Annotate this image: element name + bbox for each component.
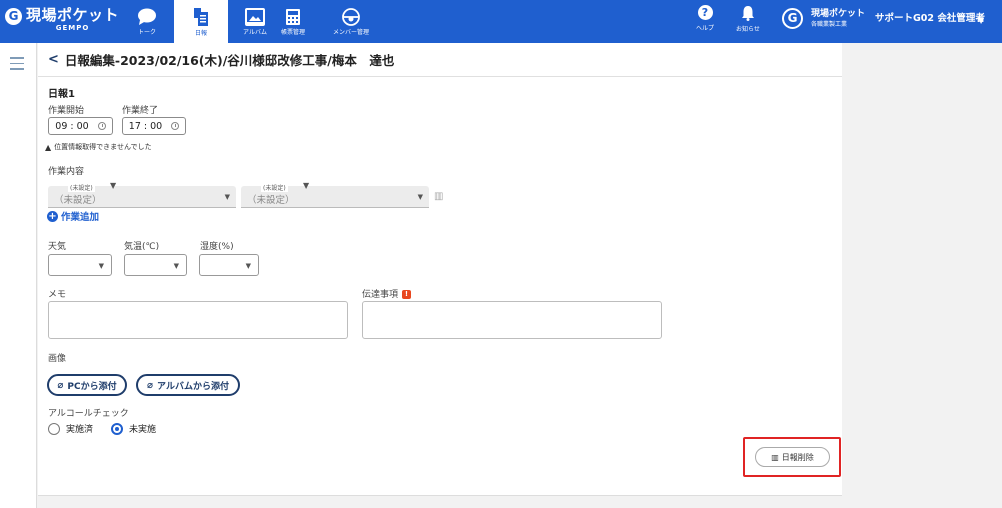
radio-notdone-label: 未実施 bbox=[129, 425, 157, 435]
memo-textarea[interactable] bbox=[48, 301, 348, 339]
chevron-down-icon: ▼ bbox=[245, 262, 251, 270]
humidity-select[interactable]: ▼ bbox=[199, 254, 259, 276]
help-label: ヘルプ bbox=[696, 25, 715, 32]
temperature-select[interactable]: ▼ bbox=[124, 254, 187, 276]
start-time-value: 09 : 00 bbox=[55, 120, 89, 132]
main-panel: < 日報編集-2023/02/16(木)/谷川様邸改修工事/梅本 達也 日報1 … bbox=[38, 43, 842, 496]
trash-icon: ▥ bbox=[771, 452, 779, 462]
radio-done[interactable] bbox=[48, 422, 60, 435]
user-name[interactable]: サポートG02 会社管理者 bbox=[875, 10, 985, 24]
page-title: 日報編集-2023/02/16(木)/谷川様邸改修工事/梅本 達也 bbox=[64, 53, 395, 68]
chevron-down-icon: ▼ bbox=[98, 262, 104, 270]
logo-text: 現場ポケット bbox=[26, 6, 120, 24]
company-name: 現場ポケット bbox=[811, 8, 866, 19]
nav-members[interactable]: メンバー管理 bbox=[324, 0, 378, 43]
work-select-1-small: (未設定) bbox=[68, 183, 95, 192]
work-select-2-small: (未設定) bbox=[261, 183, 288, 192]
help-icon: ? bbox=[697, 5, 713, 20]
humidity-label: 湿度(%) bbox=[200, 242, 234, 252]
work-content-label: 作業内容 bbox=[48, 167, 85, 177]
members-icon bbox=[342, 7, 360, 26]
menu-icon[interactable] bbox=[10, 57, 24, 74]
work-select-2[interactable]: (未設定) ▼ （未設定） ▼ bbox=[241, 181, 429, 208]
clock-icon bbox=[171, 122, 180, 130]
user-menu-caret-icon[interactable]: ▼ bbox=[978, 16, 984, 25]
chevron-down-icon: ▼ bbox=[224, 193, 230, 201]
report-section-title: 日報1 bbox=[48, 89, 75, 100]
alcohol-check-label: アルコールチェック bbox=[48, 409, 129, 419]
add-work-link[interactable]: + 作業追加 bbox=[47, 209, 99, 223]
radio-notdone[interactable] bbox=[111, 422, 123, 435]
weather-select[interactable]: ▼ bbox=[48, 254, 112, 276]
nav-report[interactable]: 日報 bbox=[174, 0, 228, 43]
chevron-down-icon: ▼ bbox=[173, 262, 179, 270]
radio-done-label: 実施済 bbox=[66, 425, 94, 435]
chevron-down-icon: ▼ bbox=[303, 181, 310, 190]
plus-circle-icon: + bbox=[47, 210, 58, 222]
notice-label: お知らせ bbox=[736, 26, 760, 33]
back-chevron-icon[interactable]: < bbox=[48, 52, 59, 67]
notice-button[interactable]: お知らせ bbox=[736, 5, 760, 33]
end-time-value: 17 : 00 bbox=[128, 120, 163, 132]
work-select-2-value: （未設定） bbox=[247, 195, 295, 206]
nav-members-label: メンバー管理 bbox=[332, 28, 369, 36]
chevron-down-icon: ▼ bbox=[110, 181, 117, 190]
warning-icon: ▲ bbox=[45, 142, 52, 152]
start-time-input[interactable]: 09 : 00 bbox=[48, 117, 113, 135]
weather-label: 天気 bbox=[48, 242, 67, 252]
clock-icon bbox=[97, 122, 106, 130]
calculator-icon bbox=[286, 8, 300, 25]
attach-from-pc-button[interactable]: ⌀ PCから添付 bbox=[47, 374, 127, 396]
radio-notdone-option[interactable]: 未実施 bbox=[111, 422, 156, 435]
temperature-label: 気温(℃) bbox=[124, 242, 160, 252]
top-bar: G 現場ポケット GEMPO トーク 日報 アルバム 帳票管理 メンバー管理 ?… bbox=[0, 0, 1002, 43]
nav-forms[interactable]: 帳票管理 bbox=[266, 0, 320, 43]
notice-textarea[interactable] bbox=[362, 301, 662, 339]
album-icon bbox=[245, 7, 265, 26]
logo-mark: G bbox=[5, 8, 22, 25]
delete-report-button[interactable]: ▥ 日報削除 bbox=[755, 447, 830, 467]
work-select-1-value: （未設定） bbox=[54, 195, 102, 206]
nav-report-label: 日報 bbox=[194, 29, 207, 37]
side-rail bbox=[0, 43, 37, 508]
attach-from-album-label: アルバムから添付 bbox=[157, 381, 229, 392]
radio-done-option[interactable]: 実施済 bbox=[48, 422, 93, 435]
nav-forms-label: 帳票管理 bbox=[280, 28, 305, 36]
attach-from-pc-label: PCから添付 bbox=[67, 381, 117, 392]
trash-icon[interactable]: ▥ bbox=[434, 191, 443, 202]
notice-field-label-text: 伝達事項 bbox=[362, 290, 399, 300]
end-time-input[interactable]: 17 : 00 bbox=[122, 117, 186, 135]
delete-report-label: 日報削除 bbox=[781, 452, 814, 462]
bell-icon bbox=[741, 6, 754, 21]
add-work-label: 作業追加 bbox=[61, 212, 100, 223]
nav-album-label: アルバム bbox=[243, 28, 267, 36]
work-select-1[interactable]: (未設定) ▼ （未設定） ▼ bbox=[48, 181, 236, 208]
paperclip-icon: ⌀ bbox=[57, 379, 64, 391]
end-time-label: 作業終了 bbox=[122, 106, 159, 116]
nav-talk-label: トーク bbox=[137, 28, 156, 36]
memo-label: メモ bbox=[48, 290, 67, 300]
company-sub: 各職業製工業 bbox=[811, 20, 848, 28]
app-logo[interactable]: G 現場ポケット GEMPO bbox=[5, 6, 119, 33]
company-logo-icon: G bbox=[782, 8, 803, 29]
location-warning: ▲ 位置情報取得できませんでした bbox=[45, 142, 152, 152]
paperclip-icon: ⌀ bbox=[147, 379, 154, 391]
help-button[interactable]: ? ヘルプ bbox=[696, 5, 714, 32]
report-icon bbox=[194, 7, 208, 26]
start-time-label: 作業開始 bbox=[48, 106, 85, 116]
nav-talk[interactable]: トーク bbox=[120, 0, 174, 43]
chevron-down-icon: ▼ bbox=[417, 193, 423, 201]
company-info[interactable]: G 現場ポケット 各職業製工業 bbox=[782, 8, 865, 29]
info-badge-icon: ! bbox=[402, 290, 412, 299]
attach-from-album-button[interactable]: ⌀ アルバムから添付 bbox=[136, 374, 240, 396]
notice-field-label: 伝達事項! bbox=[362, 287, 412, 300]
location-warning-text: 位置情報取得できませんでした bbox=[54, 143, 152, 151]
image-label: 画像 bbox=[48, 354, 67, 364]
logo-subtext: GEMPO bbox=[55, 24, 90, 32]
chat-icon bbox=[138, 8, 156, 25]
title-bar: < 日報編集-2023/02/16(木)/谷川様邸改修工事/梅本 達也 bbox=[38, 43, 842, 77]
